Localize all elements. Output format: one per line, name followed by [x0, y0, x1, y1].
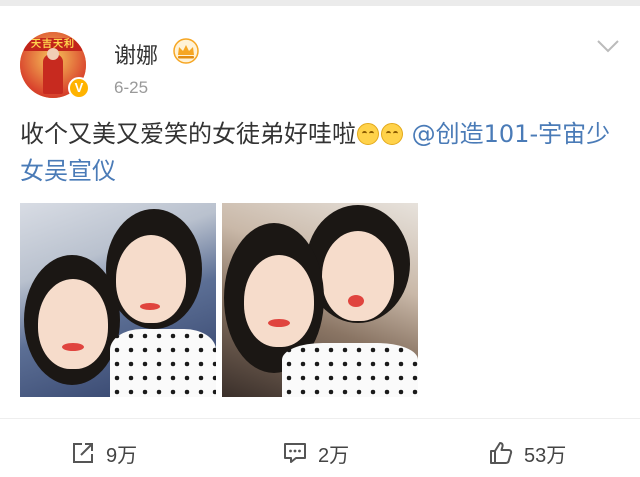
- photo-face: [322, 231, 394, 321]
- comment-icon: [284, 443, 306, 463]
- vip-crown-icon[interactable]: [172, 38, 200, 64]
- top-gap-bar: [0, 0, 640, 6]
- photo-shirt: [282, 343, 418, 397]
- avatar-head: [47, 48, 59, 60]
- user-name[interactable]: 谢娜: [114, 38, 158, 70]
- post-photo-2[interactable]: [222, 203, 418, 397]
- photo-lips: [140, 303, 160, 310]
- comment-button[interactable]: 2万: [282, 436, 349, 470]
- photo-lips: [348, 295, 364, 307]
- thumbs-up-icon: [490, 442, 513, 464]
- post-date: 6-25: [114, 78, 149, 97]
- photo-lips: [268, 319, 290, 327]
- share-count: 9万: [106, 444, 138, 467]
- chevron-down-icon[interactable]: [596, 38, 620, 54]
- divider: [0, 418, 640, 419]
- post-body: 收个又美又爱笑的女徒弟好哇啦 @创造101-宇宙少女吴宣仪: [20, 116, 620, 190]
- post-photo-1[interactable]: [20, 203, 216, 397]
- photo-face: [38, 279, 108, 369]
- post-text: 收个又美又爱笑的女徒弟好哇啦: [20, 120, 356, 148]
- verified-badge-icon: V: [68, 77, 90, 99]
- smile-emoji-icon: [357, 123, 379, 145]
- photo-face: [244, 255, 314, 347]
- share-icon: [73, 443, 93, 463]
- photo-shirt: [110, 329, 216, 397]
- like-count: 53万: [524, 444, 567, 467]
- like-button[interactable]: 53万: [488, 436, 566, 470]
- smile-emoji-icon: [381, 123, 403, 145]
- avatar-figure: [43, 54, 63, 94]
- photo-lips: [62, 343, 84, 351]
- share-button[interactable]: 9万: [70, 436, 137, 470]
- comment-count: 2万: [318, 444, 350, 467]
